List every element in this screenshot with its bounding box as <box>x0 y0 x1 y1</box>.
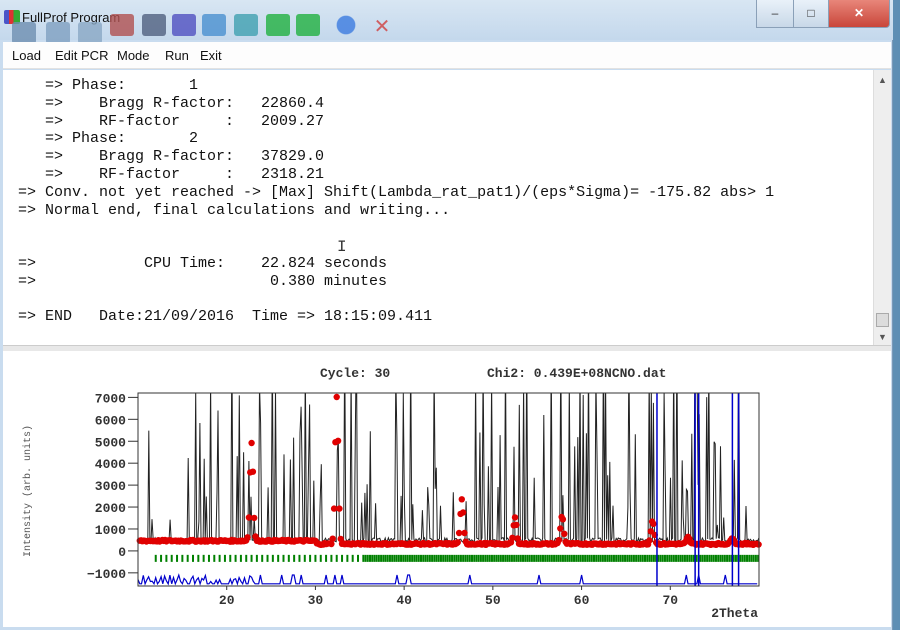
plot-icon[interactable] <box>12 22 36 44</box>
y-tick-label: 7000 <box>95 391 126 406</box>
observed-point <box>459 509 467 516</box>
observed-point <box>646 537 653 544</box>
rietveld-plot: Cycle: 30 Chi2: 0.439E+08NCNO.dat Intensit… <box>22 366 762 621</box>
minimize-button[interactable]: – <box>756 0 794 28</box>
data-icon[interactable] <box>142 14 166 36</box>
observed-point <box>461 529 468 537</box>
y-tick-label: 2000 <box>95 501 126 516</box>
console-line: => Bragg R-factor: 37829.0 <box>18 148 325 166</box>
menu-run[interactable]: Run <box>165 48 189 63</box>
file-icon[interactable] <box>78 22 102 44</box>
x-tick-label: 30 <box>308 593 324 608</box>
observed-point <box>458 496 465 503</box>
output-console[interactable]: => Phase: 1 => Bragg R-factor: 22860.4 =… <box>3 70 873 345</box>
text-cursor-icon: I <box>337 238 347 256</box>
console-line: => 0.380 minutes <box>18 272 388 290</box>
console-line: => RF-factor : 2009.27 <box>18 112 325 130</box>
vertical-scrollbar[interactable]: ▲ ▼ <box>873 70 891 347</box>
console-line: => CPU Time: 22.824 seconds <box>18 254 388 272</box>
x-tick-label: 60 <box>574 593 590 608</box>
y-axis-label: Intensity (arb. units) <box>22 425 34 557</box>
fullprof-window: FullProf Program ✕ – □ ✕ Load Edit PCR M… <box>0 0 893 630</box>
observed-point <box>251 514 258 522</box>
x-axis-label: 2Theta <box>711 606 758 621</box>
observed-point <box>328 540 335 548</box>
observed-point <box>561 530 568 537</box>
y-tick-label: 0 <box>118 545 126 560</box>
difference-curve <box>138 573 758 586</box>
y-tick-label: 4000 <box>95 457 126 472</box>
observed-point <box>334 437 342 444</box>
observed-point <box>513 521 520 529</box>
help-icon[interactable] <box>334 14 358 36</box>
y-tick-label: 1000 <box>95 523 126 538</box>
chi2-label: Chi2: 0.439E+08NCNO.dat <box>487 366 666 381</box>
observed-point <box>336 505 343 512</box>
plot-panel: Cycle: 30 Chi2: 0.439E+08NCNO.dat Intensit… <box>3 351 891 627</box>
maximize-button[interactable]: □ <box>793 0 829 28</box>
x-tick-label: 40 <box>396 593 412 608</box>
console-line: => Normal end, final calculations and wr… <box>18 201 451 219</box>
observed-point <box>557 525 564 532</box>
x-tick-label: 50 <box>485 593 501 608</box>
observed-point <box>454 539 461 546</box>
window-title: FullProf Program <box>22 10 121 25</box>
y-tick-label: −1000 <box>87 567 126 582</box>
console-line: => END Date:21/09/2016 Time => 18:15:09.… <box>18 308 433 326</box>
menu-edit-pcr[interactable]: Edit PCR <box>55 48 108 63</box>
x-tick-label: 70 <box>662 593 678 608</box>
cycle-label: Cycle: 30 <box>320 366 390 381</box>
menu-mode[interactable]: Mode <box>117 48 150 63</box>
title-bar[interactable]: FullProf Program ✕ – □ ✕ <box>0 0 893 44</box>
y-tick-label: 3000 <box>95 479 126 494</box>
y-tick-label: 6000 <box>95 413 126 428</box>
scroll-thumb[interactable] <box>876 313 889 327</box>
observed-point <box>514 535 521 542</box>
console-line: => Conv. not yet reached -> [Max] Shift(… <box>18 183 775 201</box>
close-button[interactable]: ✕ <box>828 0 890 28</box>
observed-point <box>650 520 657 528</box>
y-tick-label: 5000 <box>95 435 126 450</box>
tool-green-2-icon[interactable] <box>296 14 320 36</box>
console-line: => Bragg R-factor: 22860.4 <box>18 94 325 112</box>
menu-exit[interactable]: Exit <box>200 48 222 63</box>
menu-bar: Load Edit PCR Mode Run Exit <box>3 42 891 69</box>
image-icon[interactable] <box>234 14 258 36</box>
structure-icon[interactable] <box>202 14 226 36</box>
stop-icon[interactable]: ✕ <box>370 14 394 38</box>
x-tick-label: 20 <box>219 593 235 608</box>
scroll-up-icon[interactable]: ▲ <box>874 72 891 88</box>
observed-point <box>555 536 563 544</box>
observed-point <box>244 534 251 541</box>
console-line: => RF-factor : 2318.21 <box>18 165 325 183</box>
pattern-icon[interactable] <box>172 14 196 36</box>
winplotr-icon[interactable] <box>110 14 134 36</box>
observed-point <box>511 514 519 521</box>
console-line: => Phase: 2 <box>18 130 199 148</box>
observed-point <box>333 393 340 401</box>
observed-point <box>249 468 257 475</box>
observed-point <box>559 516 567 523</box>
tool-green-1-icon[interactable] <box>266 14 290 36</box>
observed-point <box>329 535 336 542</box>
observed-point <box>248 439 255 447</box>
menu-load[interactable]: Load <box>12 48 41 63</box>
console-line: => Phase: 1 <box>18 77 199 94</box>
edit-icon[interactable] <box>46 22 70 44</box>
scroll-down-icon[interactable]: ▼ <box>874 329 891 345</box>
